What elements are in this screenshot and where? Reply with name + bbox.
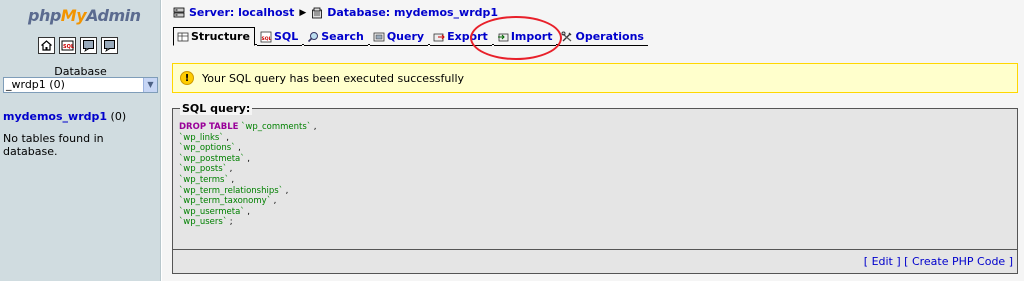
home-icon[interactable]: [38, 37, 55, 54]
operations-icon: [561, 31, 573, 43]
sql-code: DROP TABLE `wp_comments` , `wp_links` , …: [179, 122, 316, 228]
database-table-count: (0): [107, 110, 127, 123]
sql-identifier: `wp_terms`: [179, 174, 229, 185]
sql-query-box: SQL query: DROP TABLE `wp_comments` , `w…: [172, 102, 1018, 274]
sql-query-legend: SQL query:: [180, 102, 253, 115]
sql-icon: SQL: [260, 31, 272, 43]
phpmyadmin-logo[interactable]: phpMyAdmin: [28, 6, 141, 25]
sql-identifier: `wp_usermeta`: [179, 206, 245, 217]
database-select-value: _wrdp1 (0): [6, 78, 65, 91]
sql-window-icon[interactable]: SQL: [59, 37, 76, 54]
main-frame: Server: localhost ▶ Database: mydemos_wr…: [162, 0, 1024, 281]
chevron-down-icon[interactable]: ▼: [143, 78, 157, 92]
sql-line: `wp_terms` ,: [179, 174, 235, 185]
breadcrumb-database-link[interactable]: Database: mydemos_wrdp1: [327, 6, 498, 19]
annotation-circle: [470, 16, 562, 60]
server-icon: [173, 7, 185, 19]
sql-line: `wp_options` ,: [179, 143, 241, 154]
tab-query[interactable]: Query: [369, 28, 429, 46]
sql-line: DROP TABLE `wp_comments` ,: [179, 122, 317, 132]
export-icon: [433, 31, 445, 43]
query-icon: [373, 31, 385, 43]
sql-line: `wp_links` ,: [179, 132, 229, 143]
breadcrumb-separator-icon: ▶: [299, 7, 307, 18]
sql-identifier: `wp_term_taxonomy`: [179, 196, 271, 207]
sql-line: `wp_term_taxonomy` ,: [179, 196, 277, 207]
edit-link[interactable]: Edit: [872, 255, 893, 268]
warning-icon: !: [180, 71, 194, 85]
sql-identifier: `wp_comments`: [241, 122, 312, 132]
success-message: Your SQL query has been executed success…: [202, 71, 465, 85]
documentation-icon[interactable]: [101, 37, 118, 54]
success-notice: ! Your SQL query has been executed succe…: [172, 63, 1018, 93]
nav-icon-bar: SQL: [38, 37, 118, 54]
tab-structure-label: Structure: [191, 30, 250, 43]
sql-line: `wp_postmeta` ,: [179, 153, 250, 164]
tab-bar: Structure SQL SQL Search Query Export Im…: [173, 27, 650, 46]
tab-sql[interactable]: SQL SQL: [256, 28, 303, 46]
create-php-code-link[interactable]: Create PHP Code: [912, 255, 1005, 268]
svg-text:SQL: SQL: [261, 36, 271, 42]
sql-identifier: `wp_postmeta`: [179, 153, 245, 164]
database-link[interactable]: mydemos_wrdp1: [3, 110, 107, 123]
sql-query-footer: [ Edit ] [ Create PHP Code ]: [173, 249, 1017, 273]
sql-identifier: `wp_options`: [179, 143, 236, 154]
database-icon: [311, 7, 323, 19]
database-tree-entry: mydemos_wrdp1 (0): [3, 110, 126, 123]
navigation-frame: phpMyAdmin SQL Database _wrdp1 (0) ▼ myd…: [0, 0, 161, 281]
sql-identifier: `wp_posts`: [179, 164, 227, 175]
database-select[interactable]: _wrdp1 (0) ▼: [3, 77, 158, 93]
query-window-icon[interactable]: [80, 37, 97, 54]
sql-footer-links: [ Edit ] [ Create PHP Code ]: [863, 255, 1013, 268]
search-icon: [307, 31, 319, 43]
sql-line: `wp_posts` ,: [179, 164, 233, 175]
sql-line: `wp_term_relationships` ,: [179, 185, 289, 196]
sql-keyword[interactable]: DROP TABLE: [179, 122, 238, 132]
breadcrumb-server-link[interactable]: Server: localhost: [189, 6, 294, 19]
sql-identifier: `wp_users`: [179, 217, 228, 228]
tab-operations-label: Operations: [575, 30, 644, 43]
tab-query-label: Query: [386, 30, 425, 43]
tab-structure[interactable]: Structure: [173, 27, 255, 46]
tab-operations[interactable]: Operations: [558, 28, 648, 46]
sql-line: `wp_users` ;: [179, 217, 233, 228]
no-tables-message: No tables found in database.: [3, 132, 104, 158]
tab-search-label: Search: [321, 30, 364, 43]
sql-identifier: `wp_term_relationships`: [179, 185, 283, 196]
sql-line: `wp_usermeta` ,: [179, 206, 250, 217]
tab-sql-label: SQL: [273, 30, 299, 43]
svg-text:SQL: SQL: [63, 44, 74, 50]
breadcrumb: Server: localhost ▶ Database: mydemos_wr…: [173, 6, 498, 19]
structure-icon: [177, 31, 189, 43]
tab-search[interactable]: Search: [304, 28, 368, 46]
sql-identifier: `wp_links`: [179, 132, 224, 143]
